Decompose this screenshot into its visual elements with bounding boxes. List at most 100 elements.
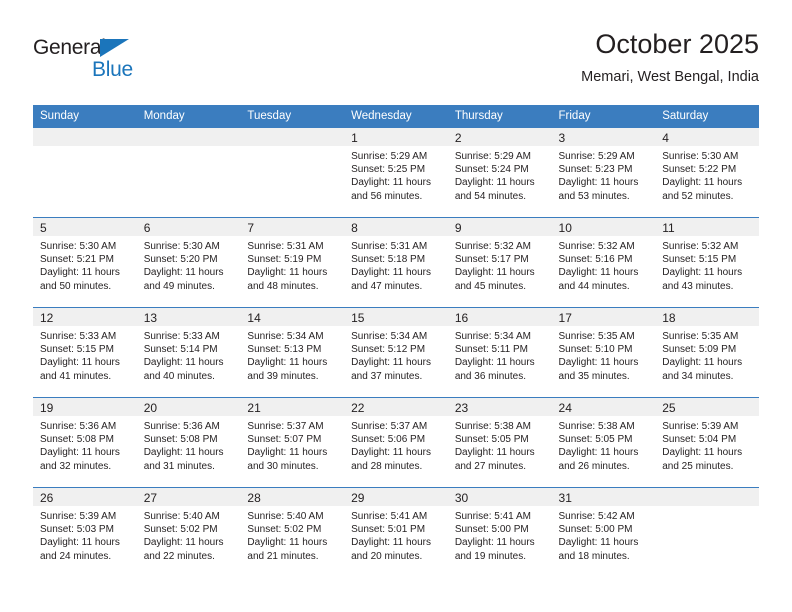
day-number: 20 [143,401,158,415]
sunrise-text: Sunrise: 5:33 AM [40,331,117,342]
day-number: 15 [351,311,365,325]
cell-inner: 6 Sunrise: 5:30 AM Sunset: 5:20 PM Daylight… [136,218,241,307]
calendar-cell-day-1[interactable]: 1 Sunrise: 5:29 AM Sunset: 5:25 PM Daylight… [344,127,448,218]
general-blue-logo[interactable]: General Blue [33,36,163,88]
daylight-text: and 41 minutes. [40,370,112,382]
calendar-cell-empty [240,127,345,218]
calendar-cell-empty [655,487,759,577]
weekday-header-wednesday: Wednesday [344,105,448,128]
day-number-band: 24 [551,398,656,416]
daylight-text: and 45 minutes. [454,280,526,292]
calendar-cell-day-8[interactable]: 8 Sunrise: 5:31 AM Sunset: 5:18 PM Daylight… [344,217,448,308]
sunset-text: Sunset: 5:17 PM [454,254,529,266]
calendar-cell-day-15[interactable]: 15 Sunrise: 5:34 AM Sunset: 5:12 PM Dayligh… [344,307,448,398]
calendar-cell-day-3[interactable]: 3 Sunrise: 5:29 AM Sunset: 5:23 PM Daylight… [551,127,656,218]
day-details: Sunrise: 5:35 AM Sunset: 5:10 PM Daylight:… [552,326,656,383]
calendar-cell-day-22[interactable]: 22 Sunrise: 5:37 AM Sunset: 5:06 PM Dayligh… [344,397,448,488]
weekday-row: Sunday Monday Tuesday Wednesday Thursday Frid… [33,105,759,128]
calendar-cell-day-9[interactable]: 9 Sunrise: 5:32 AM Sunset: 5:17 PM Daylight… [447,217,552,308]
calendar-cell-day-4[interactable]: 4 Sunrise: 5:30 AM Sunset: 5:22 PM Daylight… [655,127,759,218]
calendar-cell-day-30[interactable]: 30 Sunrise: 5:41 AM Sunset: 5:00 PM Dayligh… [447,487,552,577]
day-number-band: 5 [33,218,137,236]
cell-inner: 18 Sunrise: 5:35 AM Sunset: 5:09 PM Dayligh… [655,308,759,397]
calendar-cell-day-21[interactable]: 21 Sunrise: 5:37 AM Sunset: 5:07 PM Dayligh… [240,397,345,488]
day-details: Sunrise: 5:29 AM Sunset: 5:25 PM Daylight:… [344,146,448,203]
daylight-text: and 31 minutes. [143,460,215,472]
sunrise-text: Sunrise: 5:30 AM [662,151,739,162]
calendar-cell-day-24[interactable]: 24 Sunrise: 5:38 AM Sunset: 5:05 PM Dayligh… [551,397,656,488]
cell-inner: 17 Sunrise: 5:35 AM Sunset: 5:10 PM Dayligh… [551,308,656,397]
day-details: Sunrise: 5:30 AM Sunset: 5:20 PM Daylight:… [137,236,241,293]
daylight-text: Daylight: 11 hours [558,447,639,459]
calendar-cell-day-12[interactable]: 12 Sunrise: 5:33 AM Sunset: 5:15 PM Dayligh… [33,307,137,398]
day-number-band [136,128,241,146]
calendar-cell-day-5[interactable]: 5 Sunrise: 5:30 AM Sunset: 5:21 PM Daylight… [33,217,137,308]
cell-inner: 5 Sunrise: 5:30 AM Sunset: 5:21 PM Daylight… [33,218,137,307]
sunset-text: Sunset: 5:19 PM [247,254,322,266]
day-number-band: 4 [655,128,759,146]
daylight-text: and 24 minutes. [40,550,112,562]
sunset-text: Sunset: 5:10 PM [558,344,633,356]
day-number-band [33,128,137,146]
day-number-band: 19 [33,398,137,416]
day-number-band: 17 [551,308,656,326]
day-number: 29 [351,491,365,505]
day-number: 2 [454,131,462,145]
day-details: Sunrise: 5:29 AM Sunset: 5:24 PM Daylight:… [448,146,552,203]
calendar-cell-day-7[interactable]: 7 Sunrise: 5:31 AM Sunset: 5:19 PM Daylight… [240,217,345,308]
sunrise-text: Sunrise: 5:34 AM [247,331,324,342]
calendar-cell-day-14[interactable]: 14 Sunrise: 5:34 AM Sunset: 5:13 PM Dayligh… [240,307,345,398]
calendar-cell-day-6[interactable]: 6 Sunrise: 5:30 AM Sunset: 5:20 PM Daylight… [136,217,241,308]
day-details: Sunrise: 5:32 AM Sunset: 5:16 PM Daylight:… [552,236,656,293]
sunset-text: Sunset: 5:06 PM [351,434,426,446]
calendar-cell-day-23[interactable]: 23 Sunrise: 5:38 AM Sunset: 5:05 PM Dayligh… [447,397,552,488]
day-details: Sunrise: 5:30 AM Sunset: 5:22 PM Daylight:… [655,146,759,203]
calendar-cell-day-26[interactable]: 26 Sunrise: 5:39 AM Sunset: 5:03 PM Dayligh… [33,487,137,577]
day-number-band [655,488,759,506]
calendar-cell-day-10[interactable]: 10 Sunrise: 5:32 AM Sunset: 5:16 PM Dayligh… [551,217,656,308]
day-number: 23 [454,401,469,415]
calendar-cell-day-2[interactable]: 2 Sunrise: 5:29 AM Sunset: 5:24 PM Daylight… [447,127,552,218]
daylight-text: and 26 minutes. [558,460,630,472]
daylight-text: and 25 minutes. [662,460,734,472]
sunrise-text: Sunrise: 5:41 AM [351,511,428,522]
calendar-cell-day-19[interactable]: 19 Sunrise: 5:36 AM Sunset: 5:08 PM Dayligh… [33,397,137,488]
calendar-week-row: 12 Sunrise: 5:33 AM Sunset: 5:15 PM Dayligh… [33,307,759,398]
calendar-cell-day-18[interactable]: 18 Sunrise: 5:35 AM Sunset: 5:09 PM Dayligh… [655,307,759,398]
daylight-text: Daylight: 11 hours [454,177,535,189]
sunrise-text: Sunrise: 5:36 AM [40,421,117,432]
calendar-cell-day-11[interactable]: 11 Sunrise: 5:32 AM Sunset: 5:15 PM Dayligh… [655,217,759,308]
daylight-text: Daylight: 11 hours [351,357,431,369]
cell-inner: 26 Sunrise: 5:39 AM Sunset: 5:03 PM Dayligh… [33,488,137,577]
title-block: October 2025 Memari, West Bengal, India [581,28,759,87]
daylight-text: Daylight: 11 hours [247,357,328,369]
calendar-cell-day-31[interactable]: 31 Sunrise: 5:42 AM Sunset: 5:00 PM Dayligh… [551,487,656,577]
calendar-cell-day-25[interactable]: 25 Sunrise: 5:39 AM Sunset: 5:04 PM Dayligh… [655,397,759,488]
day-number-band: 14 [240,308,345,326]
calendar-cell-day-17[interactable]: 17 Sunrise: 5:35 AM Sunset: 5:10 PM Dayligh… [551,307,656,398]
calendar-cell-day-16[interactable]: 16 Sunrise: 5:34 AM Sunset: 5:11 PM Dayligh… [447,307,552,398]
day-number-band: 8 [344,218,448,236]
daylight-text: and 18 minutes. [558,550,630,562]
sunrise-text: Sunrise: 5:42 AM [558,511,635,522]
day-number: 5 [40,221,47,235]
calendar-cell-day-29[interactable]: 29 Sunrise: 5:41 AM Sunset: 5:01 PM Dayligh… [344,487,448,577]
sunrise-text: Sunrise: 5:39 AM [40,511,117,522]
daylight-text: and 47 minutes. [351,280,423,292]
calendar-cell-day-28[interactable]: 28 Sunrise: 5:40 AM Sunset: 5:02 PM Dayligh… [240,487,345,577]
sunset-text: Sunset: 5:16 PM [558,254,633,266]
calendar-cell-day-13[interactable]: 13 Sunrise: 5:33 AM Sunset: 5:14 PM Dayligh… [136,307,241,398]
sunset-text: Sunset: 5:01 PM [351,524,426,536]
logo-triangle-icon [100,39,129,57]
sunset-text: Sunset: 5:02 PM [143,524,218,536]
day-number-band: 30 [447,488,552,506]
day-details: Sunrise: 5:41 AM Sunset: 5:01 PM Daylight:… [344,506,448,563]
calendar-table: Sunday Monday Tuesday Wednesday Thursday Frid… [33,105,759,577]
day-details: Sunrise: 5:34 AM Sunset: 5:11 PM Daylight:… [448,326,552,383]
calendar-cell-day-27[interactable]: 27 Sunrise: 5:40 AM Sunset: 5:02 PM Dayligh… [136,487,241,577]
sunrise-text: Sunrise: 5:32 AM [558,241,635,252]
daylight-text: and 48 minutes. [247,280,319,292]
day-details: Sunrise: 5:41 AM Sunset: 5:00 PM Daylight:… [448,506,552,563]
calendar-cell-day-20[interactable]: 20 Sunrise: 5:36 AM Sunset: 5:08 PM Dayligh… [136,397,241,488]
day-details: Sunrise: 5:40 AM Sunset: 5:02 PM Daylight:… [240,506,344,563]
